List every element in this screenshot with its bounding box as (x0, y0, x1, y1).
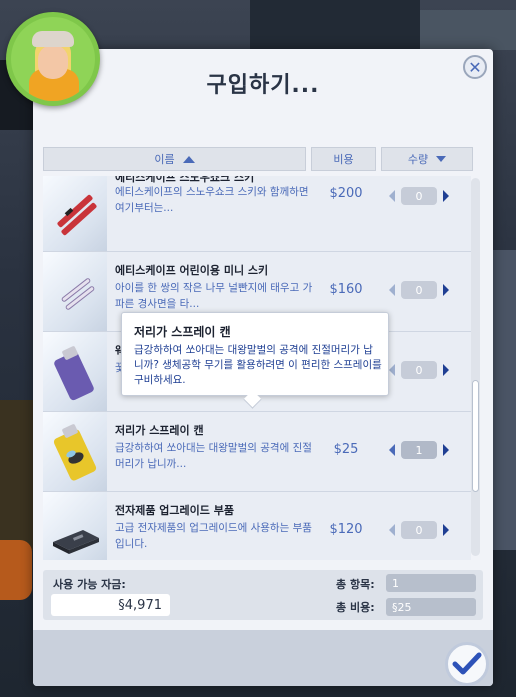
list-item[interactable]: 저리가 스프레이 캔 급강하하여 쏘아대는 대왕말벌의 공격에 진절머리가 납니… (43, 412, 471, 492)
increase-arrow-icon[interactable] (443, 524, 449, 536)
column-header-row: 이름 비용 수량 (43, 147, 478, 171)
background-shape (490, 250, 516, 550)
quantity-value[interactable]: 0 (401, 281, 437, 299)
item-description: 에티스케이프의 스노우쇼크 스키와 함께하면 여기부터는... (115, 186, 309, 214)
confirm-button[interactable] (445, 642, 489, 686)
total-cost-label: 총 비용: (336, 601, 375, 614)
sort-descending-icon (436, 156, 447, 162)
purchase-dialog: 구입하기... ✕ 이름 비용 수량 에티스케이프 스노우쇼크 스키 에티스케이… (33, 49, 493, 686)
close-icon: ✕ (468, 57, 482, 77)
item-price: $200 (329, 186, 363, 201)
bug-spray-can-icon (53, 424, 97, 481)
dialog-bottom-bar (33, 630, 493, 686)
scrollbar-thumb[interactable] (472, 380, 479, 492)
funds-label: 사용 가능 자금: (53, 578, 126, 591)
quantity-value[interactable]: 0 (401, 521, 437, 539)
background-shape (250, 0, 420, 50)
dialog-title: 구입하기... (206, 73, 320, 98)
decrease-arrow-icon[interactable] (389, 444, 395, 456)
item-price: $160 (329, 282, 363, 297)
list-item[interactable]: 에티스케이프 스노우쇼크 스키 에티스케이프의 스노우쇼크 스키와 함께하면 여… (43, 176, 471, 252)
quantity-stepper[interactable]: 0 (389, 185, 469, 207)
item-thumbnail (43, 412, 107, 491)
background-shape (0, 400, 36, 550)
avatar[interactable] (6, 12, 100, 106)
quantity-value[interactable]: 0 (401, 361, 437, 379)
increase-arrow-icon[interactable] (443, 190, 449, 202)
column-header-cost[interactable]: 비용 (311, 147, 376, 171)
item-name: 에티스케이프 어린이용 미니 스키 (115, 264, 269, 277)
decrease-arrow-icon[interactable] (389, 190, 395, 202)
quantity-stepper[interactable]: 1 (389, 439, 469, 461)
quantity-value[interactable]: 0 (401, 187, 437, 205)
item-thumbnail (43, 176, 107, 251)
spray-can-icon (54, 346, 94, 401)
column-header-name-label: 이름 (154, 153, 175, 166)
decrease-arrow-icon[interactable] (389, 524, 395, 536)
total-items-value: 1 (386, 574, 476, 592)
list-item[interactable]: 전자제품 업그레이드 부품 고급 전자제품의 업그레이드에 사용하는 부품입니다… (43, 492, 471, 560)
quantity-value[interactable]: 1 (401, 441, 437, 459)
column-header-qty-label: 수량 (407, 153, 429, 166)
tooltip-description: 급강하하여 쏘아대는 대왕말벌의 공격에 진절머리가 납니까? 생체공학 무기를… (134, 344, 382, 386)
item-description: 급강하하여 쏘아대는 대왕말벌의 공격에 진절머리가 납니까... (115, 442, 312, 470)
list-scrollbar[interactable] (471, 178, 480, 556)
total-items-label: 총 항목: (336, 578, 375, 591)
item-description: 아이를 한 쌍의 작은 나무 널빤지에 태우고 가파른 경사면을 타... (115, 282, 313, 310)
column-header-name[interactable]: 이름 (43, 147, 306, 171)
avatar-face (38, 45, 68, 79)
item-price: $25 (333, 442, 359, 457)
total-cost-value: §25 (386, 598, 476, 616)
column-header-qty[interactable]: 수량 (381, 147, 473, 171)
item-name: 전자제품 업그레이드 부품 (115, 504, 234, 517)
item-price: $120 (329, 522, 363, 537)
mini-skis-icon (61, 278, 95, 310)
summary-panel: 사용 가능 자금: §4,971 총 항목: 1 총 비용: §25 (43, 570, 483, 620)
background-shape (420, 10, 516, 50)
circuit-board-icon (53, 530, 99, 554)
quantity-stepper[interactable]: 0 (389, 359, 469, 381)
close-button[interactable]: ✕ (463, 55, 487, 79)
sort-ascending-icon (182, 155, 195, 163)
decrease-arrow-icon[interactable] (389, 284, 395, 296)
increase-arrow-icon[interactable] (443, 284, 449, 296)
tooltip-title: 저리가 스프레이 캔 (134, 325, 231, 339)
item-thumbnail (43, 492, 107, 560)
column-header-cost-label: 비용 (333, 153, 354, 166)
quantity-stepper[interactable]: 0 (389, 279, 469, 301)
increase-arrow-icon[interactable] (443, 364, 449, 376)
quantity-stepper[interactable]: 0 (389, 519, 469, 541)
background-object (0, 540, 32, 600)
item-description: 고급 전자제품의 업그레이드에 사용하는 부품입니다. (115, 522, 312, 550)
item-thumbnail (43, 252, 107, 331)
item-thumbnail (43, 332, 107, 411)
funds-value: §4,971 (51, 594, 170, 616)
item-tooltip: 저리가 스프레이 캔 급강하하여 쏘아대는 대왕말벌의 공격에 진절머리가 납니… (121, 312, 389, 409)
skis-icon (57, 194, 97, 236)
item-name: 저리가 스프레이 캔 (115, 424, 204, 437)
checkmark-icon (452, 652, 482, 675)
increase-arrow-icon[interactable] (443, 444, 449, 456)
decrease-arrow-icon[interactable] (389, 364, 395, 376)
avatar-hat (32, 31, 74, 47)
avatar-ring (11, 17, 95, 101)
